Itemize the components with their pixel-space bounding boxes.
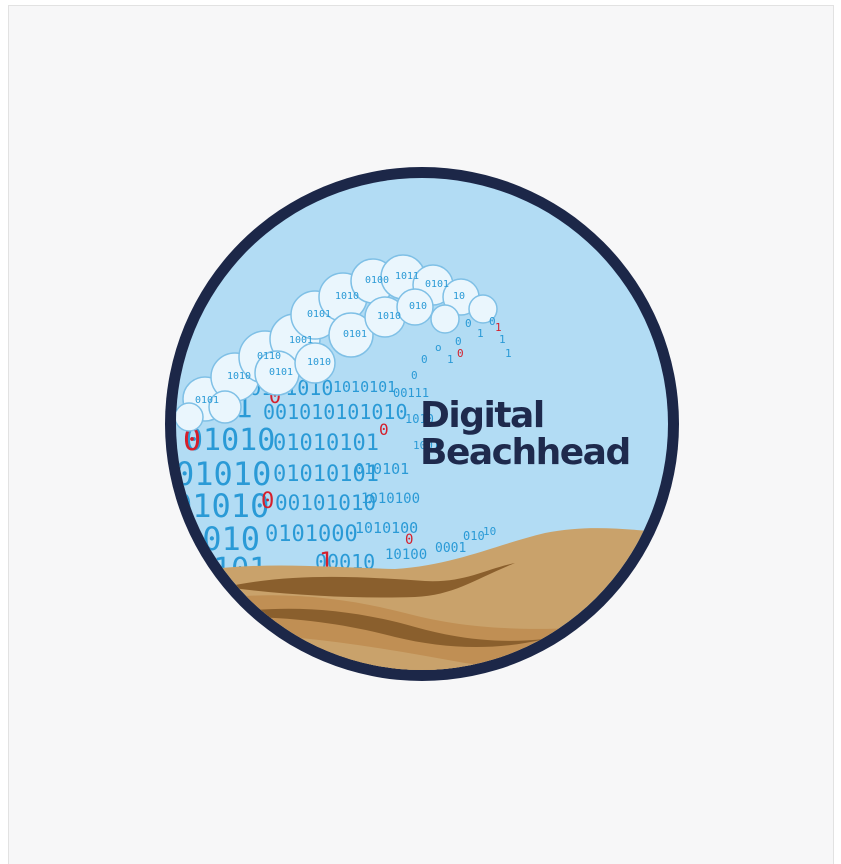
svg-text:0: 0 (411, 369, 418, 382)
svg-text:1010101: 1010101 (333, 378, 396, 396)
svg-text:01010101: 01010101 (273, 431, 379, 456)
svg-text:010101: 010101 (355, 460, 409, 478)
digital-beachhead-logo: 01010 01010101 01010 01010101 010101 010… (165, 167, 679, 681)
svg-text:o: o (435, 341, 442, 354)
svg-text:1010: 1010 (307, 357, 331, 368)
svg-text:0: 0 (465, 317, 472, 330)
svg-text:1010100: 1010100 (361, 491, 420, 507)
svg-text:1010: 1010 (227, 371, 251, 382)
svg-text:0: 0 (261, 489, 274, 514)
svg-text:0100: 0100 (365, 275, 389, 286)
svg-text:10: 10 (483, 525, 496, 538)
svg-text:0110: 0110 (257, 351, 281, 362)
svg-text:1: 1 (477, 327, 484, 340)
svg-text:010: 010 (463, 529, 485, 543)
svg-text:0001: 0001 (435, 541, 466, 556)
svg-text:0: 0 (405, 532, 413, 548)
logo-title: Digital Beachhead (420, 395, 631, 473)
svg-text:0101: 0101 (269, 367, 293, 378)
svg-text:1: 1 (495, 321, 502, 334)
svg-text:1: 1 (447, 353, 454, 366)
svg-text:0101: 0101 (425, 279, 449, 290)
svg-text:0: 0 (379, 420, 389, 439)
svg-text:0101000: 0101000 (265, 522, 358, 547)
image-canvas: 01010 01010101 01010 01010101 010101 010… (8, 5, 834, 864)
svg-text:10100: 10100 (385, 547, 427, 563)
svg-text:1011: 1011 (395, 271, 419, 282)
svg-text:1: 1 (505, 347, 512, 360)
svg-text:0: 0 (457, 347, 464, 360)
svg-text:0101: 0101 (343, 329, 367, 340)
svg-text:10: 10 (453, 291, 465, 302)
svg-text:0101: 0101 (195, 395, 219, 406)
svg-text:0101: 0101 (307, 309, 331, 320)
svg-text:1010: 1010 (335, 291, 359, 302)
logo-title-line1: Digital (420, 395, 545, 436)
logo-title-line2: Beachhead (420, 432, 631, 473)
svg-text:1: 1 (499, 333, 506, 346)
svg-text:1001: 1001 (289, 335, 313, 346)
svg-text:010: 010 (409, 301, 427, 312)
svg-text:1010: 1010 (377, 311, 401, 322)
svg-text:0: 0 (421, 353, 428, 366)
